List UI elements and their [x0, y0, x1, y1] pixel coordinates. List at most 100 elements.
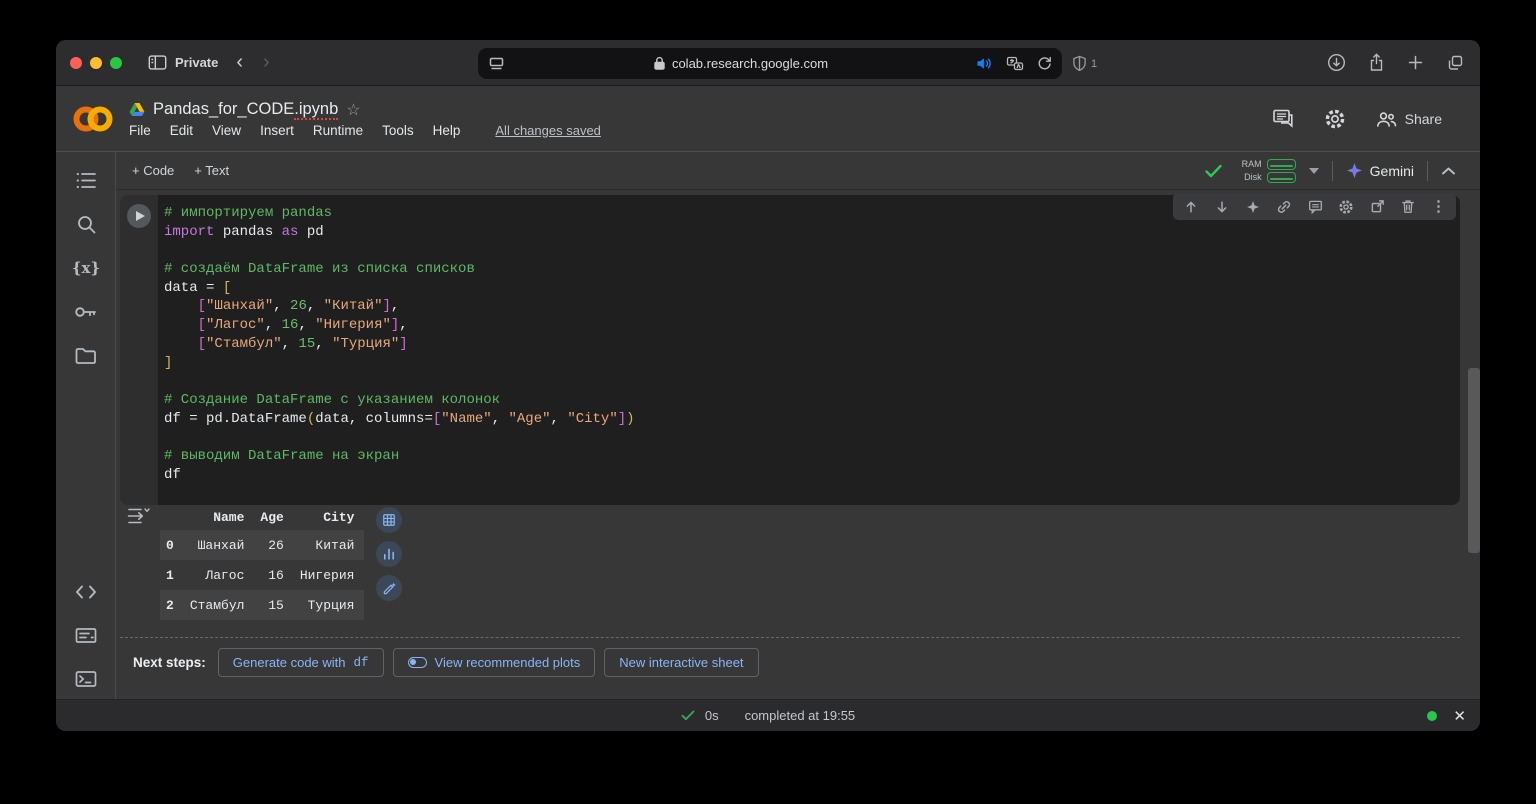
next-steps-label: Next steps:: [133, 655, 206, 670]
gemini-spark-icon[interactable]: [1245, 199, 1261, 215]
colab-logo[interactable]: [70, 103, 116, 135]
notebook-title[interactable]: Pandas_for_CODE.ipynb: [153, 100, 338, 119]
resource-monitor[interactable]: RAM Disk: [1236, 159, 1296, 183]
sidebar-toggle-icon[interactable]: [148, 54, 167, 71]
scrollbar-thumb[interactable]: [1468, 368, 1480, 553]
gemini-button[interactable]: Gemini: [1346, 162, 1414, 179]
page-settings-icon[interactable]: [488, 56, 505, 71]
magic-edit-button[interactable]: [376, 575, 402, 601]
add-text-button[interactable]: + Text: [184, 159, 239, 182]
table-of-contents-icon[interactable]: [73, 167, 99, 193]
privacy-shield-icon[interactable]: [1072, 55, 1087, 72]
reload-icon[interactable]: [1037, 56, 1052, 71]
add-comment-icon[interactable]: [1307, 199, 1323, 215]
command-palette-icon[interactable]: [73, 622, 99, 648]
code-line[interactable]: [164, 241, 1460, 260]
code-line[interactable]: [164, 372, 1460, 391]
terminal-icon[interactable]: [73, 666, 99, 692]
table-row: 1Лагос16Нигерия: [160, 560, 364, 590]
interactive-table-button[interactable]: [376, 507, 402, 533]
open-in-editor-icon[interactable]: [1369, 199, 1385, 215]
colab-header: Pandas_for_CODE.ipynb ☆ File Edit View I…: [56, 86, 1480, 152]
share-page-icon[interactable]: [1368, 53, 1385, 72]
output-options-icon[interactable]: [126, 506, 150, 526]
code-area[interactable]: # импортируем pandasimport pandas as pd …: [164, 204, 1460, 484]
lock-icon: [653, 56, 666, 71]
view-recommended-plots-button[interactable]: View recommended plots: [393, 648, 596, 677]
back-button[interactable]: ‹: [236, 51, 243, 74]
move-cell-up-icon[interactable]: [1183, 199, 1199, 215]
output-separator: [120, 637, 1460, 638]
code-line[interactable]: df = pd.DataFrame(data, columns=["Name",…: [164, 410, 1460, 429]
execution-status-bar: 0s completed at 19:55 ✕: [56, 699, 1480, 731]
code-line[interactable]: ["Шанхай", 26, "Китай"],: [164, 297, 1460, 316]
downloads-icon[interactable]: [1327, 53, 1346, 72]
code-line[interactable]: [164, 428, 1460, 447]
move-cell-down-icon[interactable]: [1214, 199, 1230, 215]
new-interactive-sheet-button[interactable]: New interactive sheet: [604, 648, 758, 677]
cell-gutter: [120, 195, 158, 505]
menu-file[interactable]: File: [129, 123, 151, 138]
share-label: Share: [1405, 111, 1442, 127]
settings-gear-icon[interactable]: [1324, 108, 1346, 130]
code-line[interactable]: ]: [164, 354, 1460, 373]
tab-overview-icon[interactable]: [1446, 54, 1464, 72]
code-cell: # импортируем pandasimport pandas as pd …: [120, 195, 1460, 505]
code-line[interactable]: # выводим DataFrame на экран: [164, 447, 1460, 466]
table-row: 2Стамбул15Турция: [160, 590, 364, 620]
cell-settings-icon[interactable]: [1338, 199, 1354, 215]
cell-toolbar: ⋮: [1173, 193, 1456, 220]
address-bar[interactable]: colab.research.google.com: [478, 48, 1062, 79]
menu-tools[interactable]: Tools: [382, 123, 414, 138]
gemini-label: Gemini: [1370, 163, 1414, 179]
menu-edit[interactable]: Edit: [170, 123, 193, 138]
menu-view[interactable]: View: [212, 123, 241, 138]
runtime-ok-icon: [1204, 163, 1223, 179]
menu-runtime[interactable]: Runtime: [313, 123, 363, 138]
star-icon[interactable]: ☆: [346, 100, 360, 120]
close-status-icon[interactable]: ✕: [1453, 707, 1466, 725]
files-folder-icon[interactable]: [73, 343, 99, 369]
code-line[interactable]: ["Лагос", 16, "Нигерия"],: [164, 316, 1460, 335]
disk-meter: [1267, 172, 1296, 183]
comments-icon[interactable]: [1272, 108, 1294, 129]
url-text: colab.research.google.com: [672, 56, 828, 71]
suggest-charts-button[interactable]: [376, 541, 402, 567]
notebook-content: 0s # импортируем pandasimport pandas as …: [116, 190, 1480, 699]
code-line[interactable]: import pandas as pd: [164, 223, 1460, 242]
code-line[interactable]: ["Стамбул", 15, "Турция"]: [164, 335, 1460, 354]
column-header: Age: [254, 504, 293, 530]
variables-icon[interactable]: {x}: [73, 255, 99, 281]
add-code-button[interactable]: + Code: [122, 159, 184, 182]
code-editor[interactable]: # импортируем pandasimport pandas as pd …: [158, 195, 1460, 505]
output-actions: [376, 507, 402, 601]
code-line[interactable]: data = [: [164, 279, 1460, 298]
secrets-key-icon[interactable]: [73, 299, 99, 325]
browser-window: Private ‹ › colab.research.google.com: [56, 40, 1480, 731]
zoom-window-button[interactable]: [110, 57, 122, 69]
translate-icon[interactable]: [1006, 56, 1024, 71]
copy-link-icon[interactable]: [1276, 199, 1292, 215]
menu-insert[interactable]: Insert: [260, 123, 294, 138]
close-window-button[interactable]: [70, 57, 82, 69]
code-line[interactable]: # создаём DataFrame из списка списков: [164, 260, 1460, 279]
forward-button[interactable]: ›: [263, 51, 270, 74]
new-tab-icon[interactable]: [1407, 54, 1424, 71]
notebook-toolbar: + Code + Text RAM Disk Gemini: [116, 152, 1480, 190]
delete-cell-icon[interactable]: [1400, 199, 1416, 215]
code-line[interactable]: df: [164, 466, 1460, 485]
run-cell-button[interactable]: [127, 204, 151, 228]
save-status[interactable]: All changes saved: [495, 123, 601, 138]
generate-code-button[interactable]: Generate code withdf: [218, 648, 384, 677]
resources-dropdown-icon[interactable]: [1309, 168, 1319, 174]
search-icon[interactable]: [73, 211, 99, 237]
menu-help[interactable]: Help: [433, 123, 461, 138]
share-button[interactable]: Share: [1376, 110, 1442, 128]
code-snippets-icon[interactable]: [73, 579, 99, 605]
minimize-window-button[interactable]: [90, 57, 102, 69]
collapse-toolbar-icon[interactable]: [1441, 166, 1456, 176]
code-line[interactable]: # Создание DataFrame с указанием колонок: [164, 391, 1460, 410]
more-cell-actions-icon[interactable]: ⋮: [1431, 199, 1446, 214]
left-sidebar: {x}: [56, 152, 116, 699]
audio-playing-icon[interactable]: [976, 56, 993, 71]
